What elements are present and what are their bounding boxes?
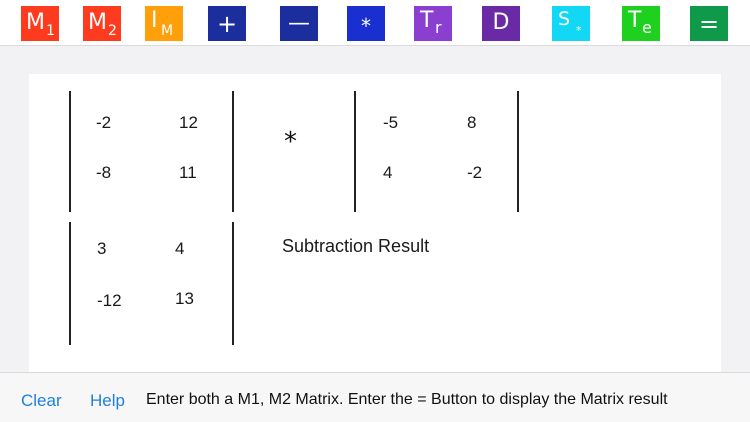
matrix2-right-bracket [517, 91, 519, 212]
result-cell-0-0: 3 [97, 239, 107, 258]
transpose-button[interactable]: T r [414, 6, 452, 41]
transpose-button-subscript: r [435, 18, 442, 37]
matrix-workspace: -2 12 -8 11 * -5 8 4 -2 3 4 -12 13 Subtr… [29, 74, 721, 372]
transpose-button-label: T [420, 8, 434, 33]
matrix1-cell-0-1[interactable]: 12 [179, 114, 198, 131]
subtract-button[interactable]: — [280, 6, 318, 41]
matrix1-cell-1-0[interactable]: -8 [96, 164, 111, 181]
matrix2-cell-1-1[interactable]: -2 [467, 164, 482, 181]
te-button[interactable]: T e [622, 6, 660, 41]
matrix2-cell-0-1[interactable]: 8 [467, 114, 476, 131]
matrix2-left-bracket [354, 91, 356, 212]
multiply-button[interactable]: * [347, 6, 385, 41]
result-right-bracket [232, 222, 234, 345]
result-left-bracket [69, 222, 71, 345]
matrix1-cell-0-0[interactable]: -2 [96, 114, 111, 131]
scalar-button-subscript: * [576, 24, 582, 37]
equals-button[interactable]: = [690, 6, 728, 41]
determinant-button[interactable]: D [482, 6, 520, 41]
te-button-subscript: e [642, 18, 652, 37]
scalar-button[interactable]: S * [552, 6, 590, 41]
identity-matrix-button[interactable]: I M [145, 6, 183, 41]
asterisk-icon: * [361, 14, 371, 38]
clear-button[interactable]: Clear [21, 392, 62, 409]
m1-button-subscript: 1 [46, 23, 55, 39]
result-cell-1-1: 13 [175, 289, 194, 308]
m2-button-label: M [88, 10, 107, 35]
m1-button-label: M [26, 10, 45, 35]
matrix2-cell-1-0[interactable]: 4 [383, 164, 392, 181]
equals-icon: = [698, 10, 720, 38]
plus-icon: + [216, 10, 238, 38]
result-cell-1-0: -12 [97, 291, 122, 310]
determinant-button-label: D [492, 10, 510, 35]
footer-bar: Clear Help Enter both a M1, M2 Matrix. E… [0, 372, 750, 422]
help-button[interactable]: Help [90, 392, 125, 409]
operator-symbol: * [284, 127, 297, 157]
minus-icon: — [288, 11, 310, 36]
matrix1-cell-1-1[interactable]: 11 [179, 164, 197, 181]
matrix1-left-bracket [69, 91, 71, 212]
matrix1-right-bracket [232, 91, 234, 212]
result-label: Subtraction Result [282, 236, 430, 256]
te-button-label: T [628, 8, 642, 33]
matrix2-cell-0-0[interactable]: -5 [383, 114, 398, 131]
identity-matrix-button-label: I [151, 8, 158, 33]
scalar-button-label: S [558, 8, 571, 30]
m1-button[interactable]: M 1 [21, 6, 59, 41]
add-button[interactable]: + [208, 6, 246, 41]
result-cell-0-1: 4 [175, 239, 185, 258]
m2-button[interactable]: M 2 [83, 6, 121, 41]
toolbar: M 1 M 2 I M + — * T r D S * T e = [0, 0, 750, 46]
m2-button-subscript: 2 [108, 23, 117, 39]
instruction-text: Enter both a M1, M2 Matrix. Enter the = … [146, 391, 668, 408]
identity-matrix-button-subscript: M [161, 23, 174, 39]
